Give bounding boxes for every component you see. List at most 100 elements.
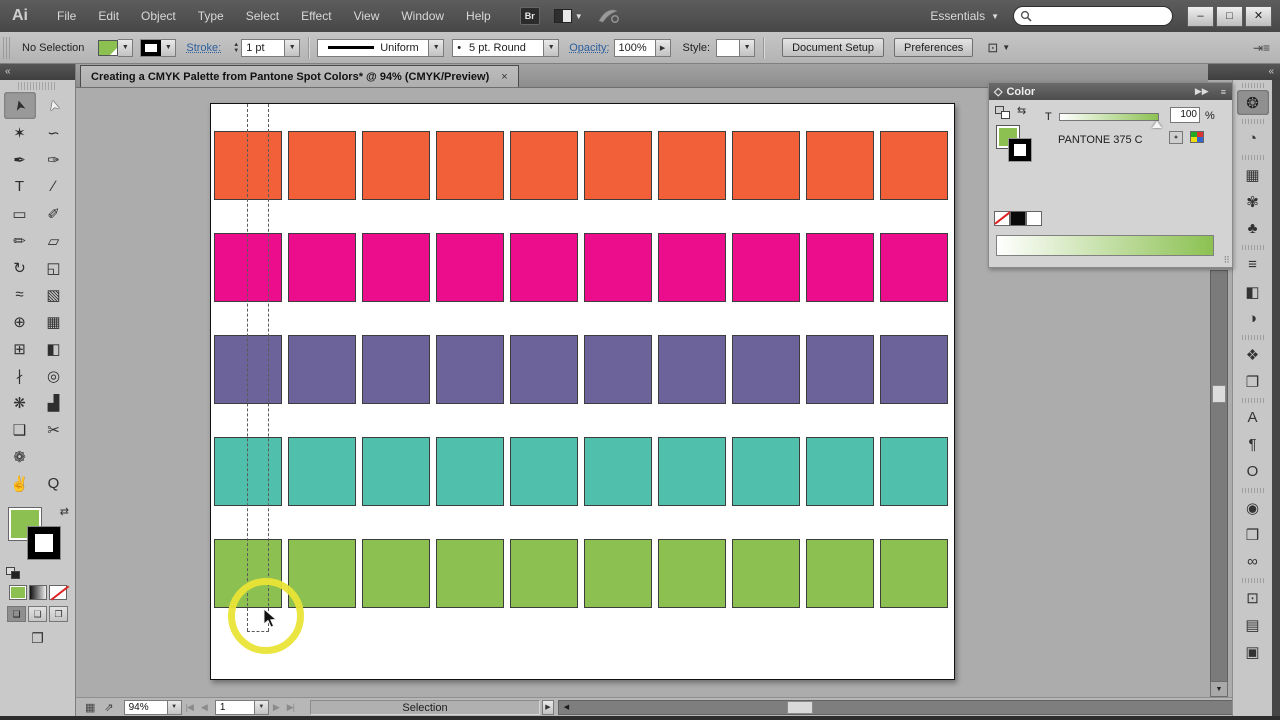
horizontal-scrollbar[interactable]: ◀ ▶ [558,699,1250,715]
preferences-button[interactable]: Preferences [894,38,974,57]
swatch-magenta-10[interactable] [880,233,948,302]
swatch-magenta-7[interactable] [658,233,726,302]
swatch-teal-7[interactable] [658,437,726,506]
dock-artboards-button[interactable]: ❐ [1237,369,1269,394]
dock-stroke-button[interactable]: ≡ [1237,252,1269,277]
screen-mode-button[interactable]: ❐ [0,630,75,647]
tool-rectangle[interactable]: ▭ [4,200,36,227]
tool-line-segment[interactable]: ∕ [38,173,70,200]
menu-select[interactable]: Select [235,9,290,23]
swatch-purple-9[interactable] [806,335,874,404]
swatch-magenta-6[interactable] [584,233,652,302]
dock-grip[interactable] [1241,578,1264,583]
dock-header[interactable]: « [1208,64,1280,80]
dock-grip[interactable] [1241,335,1264,340]
swatch-magenta-1[interactable] [214,233,282,302]
swatch-magenta-4[interactable] [436,233,504,302]
dock-transform-button[interactable]: ⊡ [1237,585,1269,610]
swatch-purple-1[interactable] [214,335,282,404]
tool-paintbrush[interactable]: ✐ [38,200,70,227]
last-artboard-button[interactable]: ▶| [287,702,295,713]
tool-slice[interactable]: ✂ [38,416,70,443]
swatch-purple-2[interactable] [288,335,356,404]
tool-zoom[interactable]: Q [38,470,70,497]
swatch-magenta-9[interactable] [806,233,874,302]
tool-magic-wand[interactable]: ✶ [4,119,36,146]
swatch-purple-4[interactable] [436,335,504,404]
default-fill-stroke-icon[interactable] [6,567,20,579]
swatch-orange-6[interactable] [584,131,652,200]
dock-color-button[interactable]: ❂ [1236,90,1269,115]
swatch-green-8[interactable] [732,539,800,608]
tool-width[interactable]: ≈ [4,281,36,308]
swatch-orange-5[interactable] [510,131,578,200]
mini-fill-stroke-icon[interactable] [995,106,1010,119]
tool-column-graph[interactable]: ▟ [38,389,70,416]
dock-gradient-button[interactable]: ◧ [1237,279,1269,304]
swatch-orange-10[interactable] [880,131,948,200]
swatch-teal-2[interactable] [288,437,356,506]
tool-butterfly[interactable]: ❁ [4,443,36,470]
scroll-down-arrow[interactable]: ▼ [1210,681,1228,697]
tint-spectrum-ramp[interactable] [996,235,1214,256]
tool-symbol-sprayer[interactable]: ❋ [4,389,36,416]
dock-brushes-button[interactable]: ✾ [1237,189,1269,214]
tool-rotate[interactable]: ↻ [4,254,36,281]
tint-slider-thumb[interactable] [1152,121,1162,128]
chevron-down-icon[interactable]: ▼ [285,38,301,57]
swatch-magenta-5[interactable] [510,233,578,302]
color-gradient-button[interactable] [28,585,47,600]
swatch-magenta-2[interactable] [288,233,356,302]
stroke-panel-link[interactable]: Stroke: [186,42,221,54]
panel-toggle-icon[interactable]: ◇ [994,85,1002,98]
isolate-selected-icon[interactable]: ⊡ [987,40,998,56]
swatch-magenta-8[interactable] [732,233,800,302]
dock-grip[interactable] [1241,488,1264,493]
dock-grip[interactable] [1241,83,1264,88]
swatch-orange-1[interactable] [214,131,282,200]
opacity-panel-link[interactable]: Opacity: [569,42,609,54]
opacity-value[interactable]: 100% [613,38,656,57]
menu-help[interactable]: Help [455,9,502,23]
swatch-purple-3[interactable] [362,335,430,404]
menu-object[interactable]: Object [130,9,187,23]
fill-color-dropdown[interactable]: ▼ [98,38,134,57]
dock-opentype-button[interactable]: O [1237,459,1269,484]
swatch-green-6[interactable] [584,539,652,608]
swatch-magenta-3[interactable] [362,233,430,302]
swatch-teal-10[interactable] [880,437,948,506]
swatch-orange-3[interactable] [362,131,430,200]
none-color-button[interactable] [994,211,1010,226]
panel-menu-icon[interactable]: ≡ [1215,87,1232,97]
tool-gradient[interactable]: ◧ [38,335,70,362]
tool-blob-brush[interactable]: ✑ [38,146,70,173]
artboard[interactable] [210,103,955,680]
tool-eraser[interactable]: ▱ [38,227,70,254]
tab-close-icon[interactable]: × [501,71,507,83]
minimize-button[interactable]: – [1187,5,1214,27]
swatch-orange-9[interactable] [806,131,874,200]
swatch-green-5[interactable] [510,539,578,608]
dock-symbols-button[interactable]: ♣ [1237,216,1269,241]
tools-panel-grip[interactable] [18,82,57,90]
panel-grip[interactable] [3,36,10,59]
color-panel-header[interactable]: ◇ Color ▶▶ ≡ [989,83,1232,100]
dock-grip[interactable] [1241,398,1264,403]
dock-appearance-button[interactable]: ◉ [1237,495,1269,520]
swatch-orange-2[interactable] [288,131,356,200]
previous-artboard-button[interactable]: ◀ [201,702,208,713]
collapse-dock-icon[interactable]: « [1268,66,1274,77]
dock-paragraph-button[interactable]: ¶ [1237,432,1269,457]
tint-slider[interactable] [1059,113,1159,121]
search-box[interactable] [1013,6,1173,26]
dock-graphic-styles-button[interactable]: ❒ [1237,522,1269,547]
document-tab[interactable]: Creating a CMYK Palette from Pantone Spo… [80,65,519,87]
control-panel-menu-icon[interactable]: ⇥≡ [1253,41,1270,55]
swatch-green-7[interactable] [658,539,726,608]
menu-window[interactable]: Window [390,9,455,23]
tools-panel-header[interactable]: « [0,64,75,80]
swatch-teal-1[interactable] [214,437,282,506]
chevron-down-icon[interactable]: ▼ [167,699,182,715]
tool-free-transform[interactable]: ▧ [38,281,70,308]
swatch-teal-8[interactable] [732,437,800,506]
